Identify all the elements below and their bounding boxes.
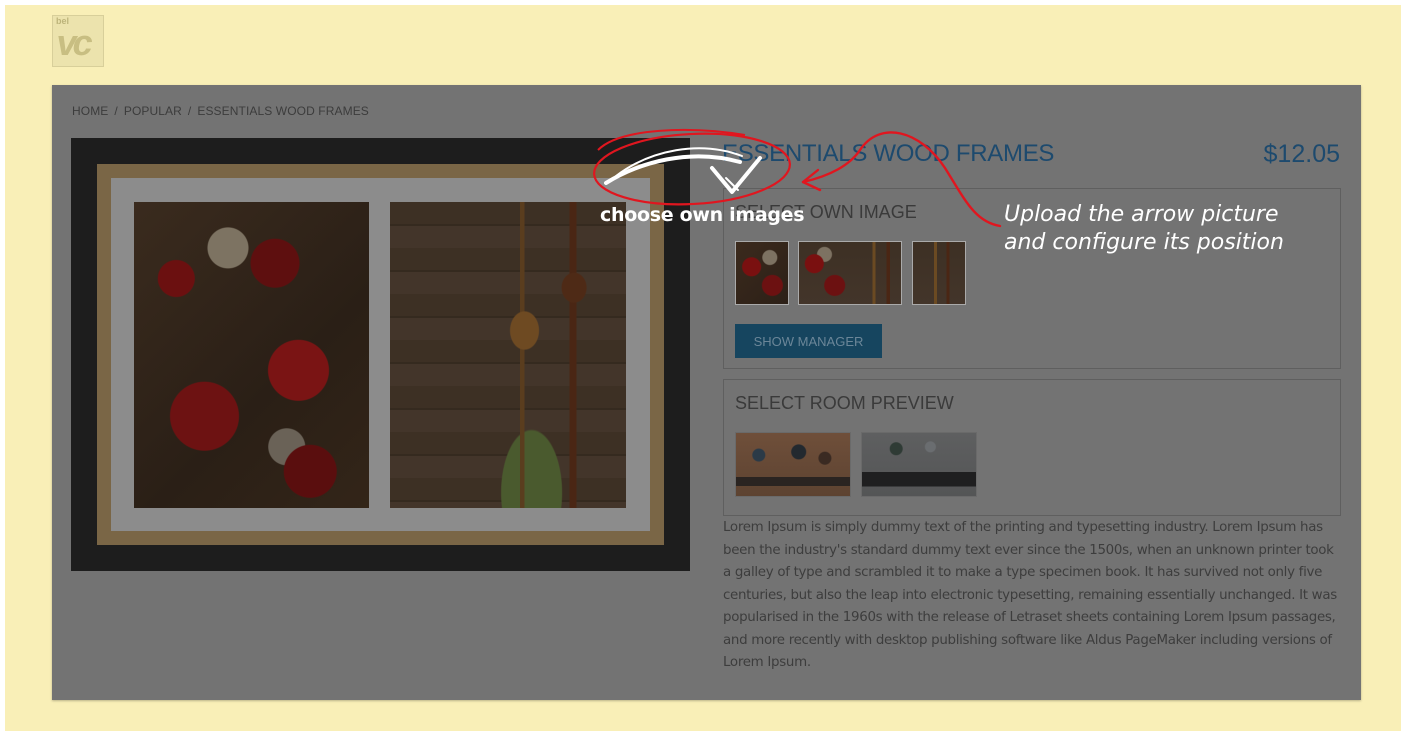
breadcrumb-current: ESSENTIALS WOOD FRAMES — [197, 104, 369, 118]
breadcrumb-popular[interactable]: POPULAR — [124, 104, 182, 118]
breadcrumb-separator: / — [187, 104, 192, 118]
breadcrumb-home[interactable]: HOME — [72, 104, 108, 118]
room-preview-thumbnail-1[interactable] — [735, 432, 851, 497]
frame-photo-vegetables — [134, 202, 369, 508]
upload-note-line-1: Upload the arrow picture — [1004, 202, 1279, 227]
upload-note: Upload the arrow picture and configure i… — [1004, 201, 1344, 257]
frame-photo-spoons — [390, 202, 626, 508]
breadcrumb: HOME / POPULAR / ESSENTIALS WOOD FRAMES — [72, 104, 369, 118]
own-image-thumbnail-2[interactable] — [798, 241, 902, 305]
product-image-frame — [71, 138, 690, 571]
dimmed-product-page: HOME / POPULAR / ESSENTIALS WOOD FRAMES ESSE… — [52, 85, 1361, 700]
upload-note-line-2: and configure its position — [1004, 230, 1284, 255]
own-image-thumbnail-3[interactable] — [912, 241, 966, 305]
logo-mark: vc — [53, 22, 93, 63]
show-manager-button[interactable]: SHOW MANAGER — [735, 324, 882, 358]
room-preview-thumbnail-2[interactable] — [861, 432, 977, 497]
choose-own-images-label: choose own images — [600, 204, 805, 226]
logo[interactable]: bel vc — [52, 15, 104, 67]
breadcrumb-separator: / — [114, 104, 118, 118]
select-room-preview-panel: SELECT ROOM PREVIEW — [723, 379, 1341, 516]
product-price: $12.05 — [1263, 140, 1340, 168]
own-image-thumbnail-1[interactable] — [735, 241, 789, 305]
product-description: Lorem Ipsum is simply dummy text of the … — [723, 520, 1337, 670]
select-room-preview-title: SELECT ROOM PREVIEW — [735, 393, 954, 413]
product-title: ESSENTIALS WOOD FRAMES — [722, 140, 1055, 167]
